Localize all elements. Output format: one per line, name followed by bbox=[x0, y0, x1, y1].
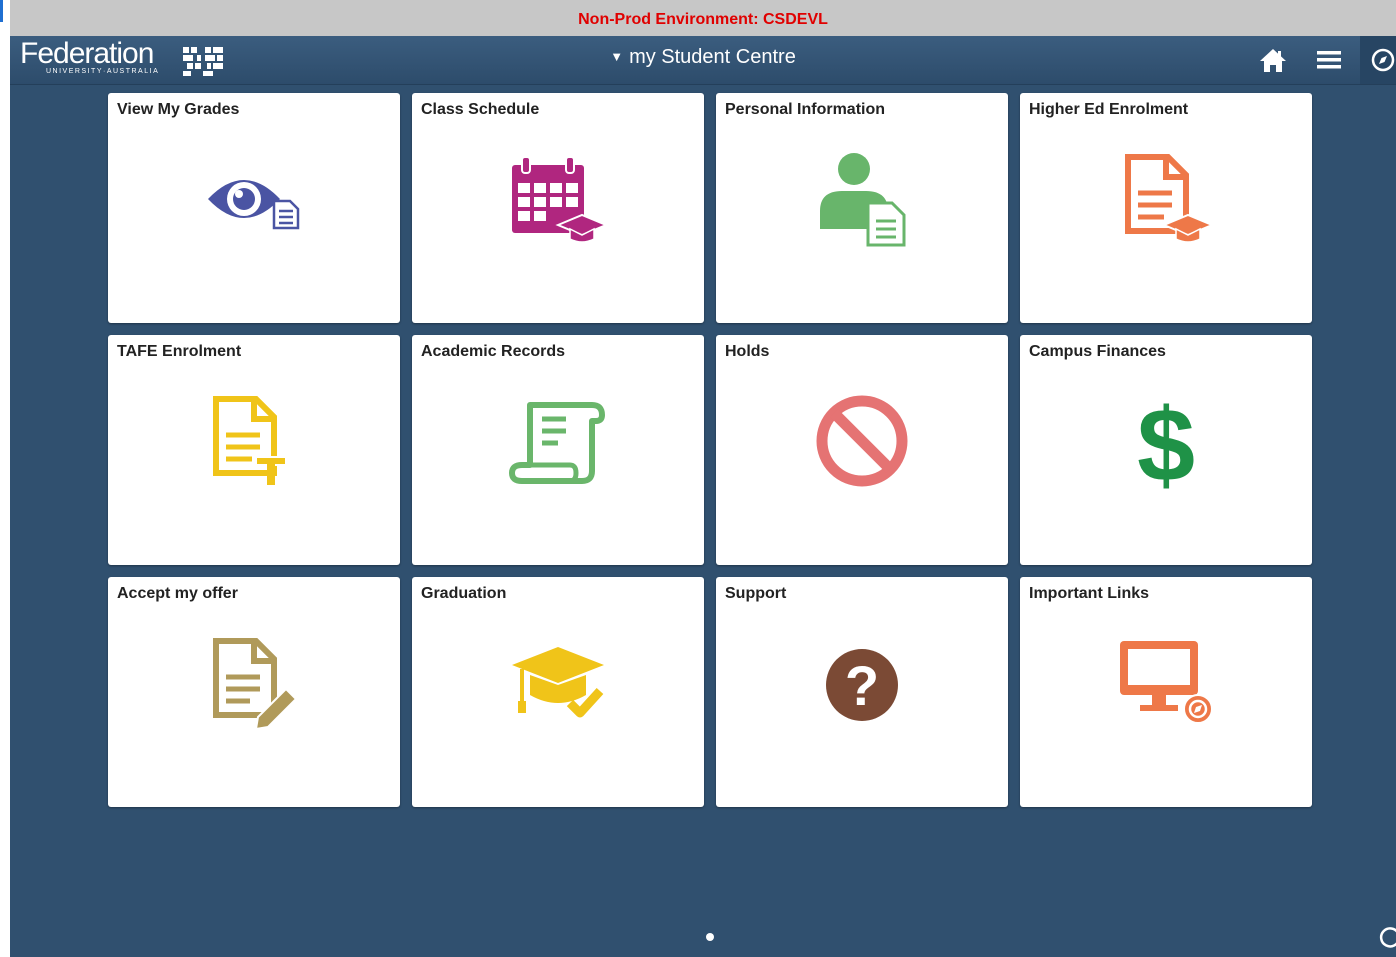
tile-personal-information[interactable]: Personal Information bbox=[716, 93, 1008, 323]
tile-label: Academic Records bbox=[421, 343, 566, 360]
window-left-edge bbox=[0, 0, 10, 957]
tile-support[interactable]: Support ? bbox=[716, 577, 1008, 807]
tile-graduation[interactable]: Graduation bbox=[412, 577, 704, 807]
scroll-icon bbox=[509, 402, 605, 484]
tile-label: Support bbox=[725, 585, 787, 602]
graduation-cap-check-icon bbox=[512, 647, 604, 718]
tile-label: Higher Ed Enrolment bbox=[1029, 101, 1189, 118]
tile-label: Campus Finances bbox=[1029, 343, 1166, 360]
document-graduation-cap-icon bbox=[1125, 154, 1215, 243]
tile-academic-records[interactable]: Academic Records bbox=[412, 335, 704, 565]
page-title: my Student Centre bbox=[629, 46, 796, 68]
svg-text:?: ? bbox=[845, 654, 879, 717]
question-mark-icon: ? bbox=[826, 649, 898, 721]
tile-label: Graduation bbox=[421, 585, 507, 602]
tile-holds[interactable]: Holds bbox=[716, 335, 1008, 565]
chevron-down-icon: ▼ bbox=[610, 49, 624, 64]
tile-class-schedule[interactable]: Class Schedule bbox=[412, 93, 704, 323]
tile-label: Accept my offer bbox=[117, 585, 238, 602]
tile-important-links[interactable]: Important Links bbox=[1020, 577, 1312, 807]
page-indicator-dot[interactable] bbox=[706, 933, 714, 941]
tile-campus-finances[interactable]: Campus Finances $ bbox=[1020, 335, 1312, 565]
tile-label: Important Links bbox=[1029, 585, 1150, 602]
header-bar: Federation UNIVERSITY·AUSTRALIA ▼ my Stud… bbox=[10, 36, 1396, 85]
environment-banner: Non-Prod Environment: CSDEVL bbox=[10, 0, 1396, 36]
document-pencil-icon bbox=[213, 638, 298, 731]
person-document-icon bbox=[820, 153, 906, 247]
calendar-graduation-cap-icon bbox=[512, 156, 608, 243]
dollar-sign-icon: $ bbox=[1137, 391, 1195, 491]
navigator-compass-icon bbox=[1371, 48, 1395, 72]
tile-higher-ed-enrolment[interactable]: Higher Ed Enrolment bbox=[1020, 93, 1312, 323]
tile-label: Personal Information bbox=[725, 101, 886, 118]
tile-view-my-grades[interactable]: View My Grades bbox=[108, 93, 400, 323]
tile-label: View My Grades bbox=[117, 101, 240, 118]
monitor-compass-icon bbox=[1120, 641, 1213, 724]
tile-label: Holds bbox=[725, 343, 770, 360]
tile-accept-my-offer[interactable]: Accept my offer bbox=[108, 577, 400, 807]
tile-label: TAFE Enrolment bbox=[117, 343, 242, 360]
document-t-icon bbox=[213, 396, 287, 485]
refresh-icon[interactable] bbox=[1378, 925, 1396, 949]
eye-document-icon bbox=[208, 180, 300, 230]
home-icon[interactable] bbox=[1258, 46, 1288, 74]
svg-text:$: $ bbox=[1137, 391, 1195, 491]
logo-subtitle: UNIVERSITY·AUSTRALIA bbox=[46, 68, 160, 75]
tile-tafe-enrolment[interactable]: TAFE Enrolment bbox=[108, 335, 400, 565]
hamburger-menu-icon[interactable] bbox=[1314, 46, 1344, 74]
prohibited-icon bbox=[816, 395, 908, 487]
page-title-dropdown[interactable]: ▼ my Student Centre bbox=[10, 46, 1396, 69]
tile-label: Class Schedule bbox=[421, 101, 540, 118]
navigator-button[interactable] bbox=[1360, 36, 1396, 84]
